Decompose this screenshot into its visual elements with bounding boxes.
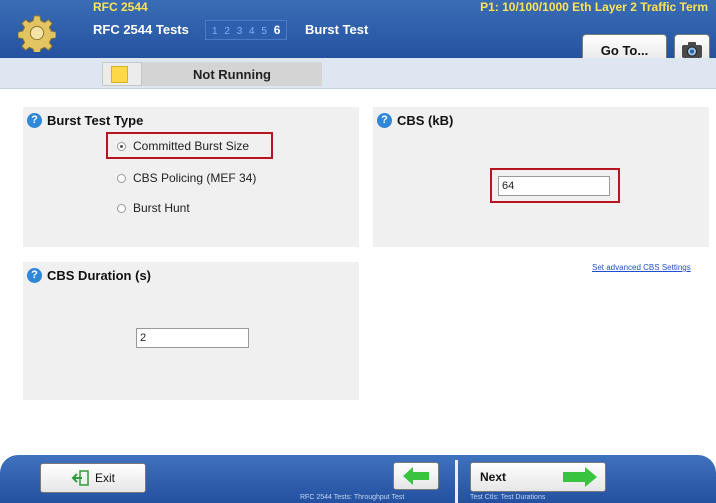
step-1[interactable]: 1 bbox=[212, 26, 218, 37]
help-icon[interactable]: ? bbox=[27, 268, 42, 283]
step-6-active[interactable]: 6 bbox=[274, 23, 281, 37]
port-info: P1: 10/100/1000 Eth Layer 2 Traffic Term bbox=[480, 0, 708, 14]
test-group-title: RFC 2544 Tests bbox=[93, 22, 189, 37]
radio-burst-hunt[interactable]: Burst Hunt bbox=[117, 201, 190, 215]
cbs-label: CBS (kB) bbox=[397, 113, 454, 128]
cbs-duration-title: ? CBS Duration (s) bbox=[27, 268, 151, 283]
radio-committed-burst-size[interactable]: Committed Burst Size bbox=[117, 139, 249, 153]
radio-label: Committed Burst Size bbox=[133, 139, 250, 153]
status-light-icon bbox=[111, 66, 128, 83]
radio-label: CBS Policing (MEF 34) bbox=[133, 171, 257, 185]
radio-cbs-policing[interactable]: CBS Policing (MEF 34) bbox=[117, 171, 256, 185]
step-indicator: 1 2 3 4 5 6 bbox=[205, 20, 288, 40]
cbs-duration-input[interactable]: 2 bbox=[136, 328, 249, 348]
cbs-duration-label: CBS Duration (s) bbox=[47, 268, 151, 283]
app-title: RFC 2544 bbox=[93, 0, 148, 14]
gear-icon[interactable] bbox=[18, 14, 56, 52]
radio-button[interactable] bbox=[117, 203, 126, 213]
exit-label: Exit bbox=[94, 471, 115, 485]
cbs-input[interactable]: 64 bbox=[498, 176, 610, 196]
advanced-cbs-settings-link[interactable]: Set advanced CBS Settings bbox=[592, 263, 691, 272]
status-indicator-button[interactable] bbox=[102, 62, 142, 86]
back-button[interactable] bbox=[393, 462, 439, 490]
exit-icon bbox=[71, 470, 89, 486]
exit-button[interactable]: Exit bbox=[40, 463, 146, 493]
burst-test-type-title: ? Burst Test Type bbox=[27, 113, 143, 128]
next-button[interactable]: Next bbox=[470, 462, 606, 492]
radio-button-checked[interactable] bbox=[117, 141, 126, 151]
test-status: Not Running bbox=[142, 62, 322, 86]
camera-icon bbox=[682, 42, 702, 58]
burst-test-type-label: Burst Test Type bbox=[47, 113, 144, 128]
header-bar: RFC 2544 P1: 10/100/1000 Eth Layer 2 Tra… bbox=[0, 0, 716, 66]
step-2[interactable]: 2 bbox=[224, 26, 230, 37]
radio-button[interactable] bbox=[117, 173, 126, 183]
previous-test-caption: RFC 2544 Tests: Throughput Test bbox=[300, 494, 405, 501]
step-3[interactable]: 3 bbox=[237, 26, 243, 37]
next-test-caption: Test Ctls: Test Durations bbox=[470, 494, 546, 501]
step-5[interactable]: 5 bbox=[261, 26, 267, 37]
arrow-left-icon bbox=[403, 467, 429, 485]
next-label: Next bbox=[480, 470, 507, 484]
footer-divider bbox=[455, 460, 458, 503]
help-icon[interactable]: ? bbox=[27, 113, 42, 128]
arrow-right-icon bbox=[563, 467, 597, 487]
cbs-title: ? CBS (kB) bbox=[377, 113, 453, 128]
radio-label: Burst Hunt bbox=[133, 201, 190, 215]
step-4[interactable]: 4 bbox=[249, 26, 255, 37]
help-icon[interactable]: ? bbox=[377, 113, 392, 128]
current-test-name: Burst Test bbox=[305, 22, 369, 37]
